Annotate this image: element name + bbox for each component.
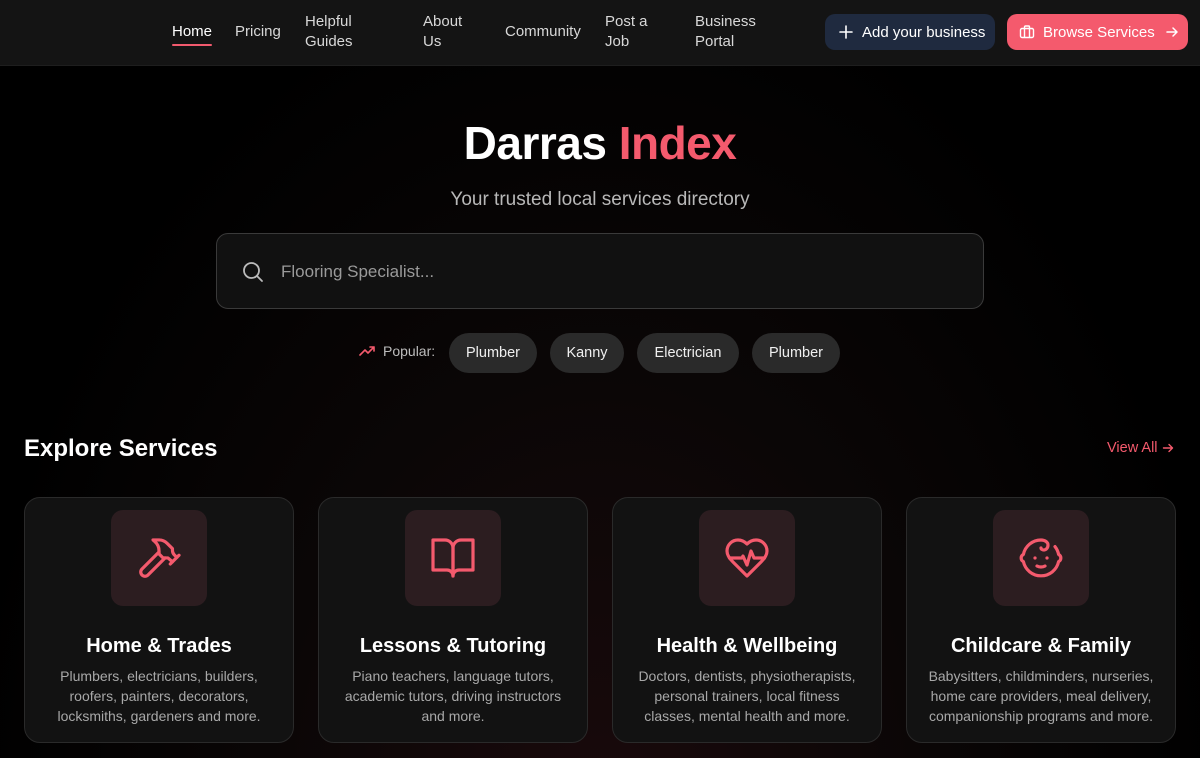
card-title: Health & Wellbeing — [656, 635, 838, 657]
nav-link-about-us[interactable]: About Us — [423, 12, 473, 52]
baby-icon — [1019, 538, 1063, 578]
card-icon-box — [993, 510, 1089, 606]
nav-link-pricing[interactable]: Pricing — [235, 22, 281, 42]
popular-label: Popular: — [359, 343, 435, 359]
view-all-label: View All — [1107, 440, 1158, 456]
card-description: Piano teachers, language tutors, academi… — [344, 668, 562, 724]
hero-title: Darras Index — [0, 115, 1200, 171]
popular-label-text: Popular: — [383, 343, 436, 359]
search-input[interactable] — [279, 256, 963, 288]
service-card-childcare-family[interactable]: Childcare & Family Babysitters, childmin… — [906, 497, 1176, 743]
card-icon-box — [699, 510, 795, 606]
nav-link-home[interactable]: Home — [172, 22, 213, 46]
search-box — [216, 233, 984, 309]
add-business-label: Add your business — [862, 23, 986, 41]
card-icon-box — [405, 510, 501, 606]
card-icon-box — [111, 510, 207, 606]
service-card-home-trades[interactable]: Home & Trades Plumbers, electricians, bu… — [24, 497, 294, 743]
card-description: Babysitters, childminders, nurseries, ho… — [928, 668, 1154, 724]
book-open-icon — [431, 538, 475, 578]
hero-title-accent: Index — [618, 117, 737, 169]
briefcase-icon — [1019, 25, 1035, 39]
add-business-button[interactable]: Add your business — [825, 14, 995, 50]
popular-chip-plumber-2[interactable]: Plumber — [752, 333, 840, 373]
popular-chip-kanny[interactable]: Kanny — [550, 333, 624, 373]
hero-title-main: Darras — [463, 117, 607, 169]
browse-services-label: Browse Services — [1043, 23, 1155, 41]
hammer-icon — [139, 538, 181, 578]
nav-link-community[interactable]: Community — [505, 22, 581, 42]
service-card-lessons-tutoring[interactable]: Lessons & Tutoring Piano teachers, langu… — [318, 497, 588, 743]
card-description: Doctors, dentists, physiotherapists, per… — [638, 668, 856, 724]
arrow-right-icon — [1162, 443, 1173, 453]
nav-link-business-portal[interactable]: Business Portal — [695, 12, 765, 52]
trending-up-icon — [359, 346, 375, 356]
card-title: Childcare & Family — [950, 635, 1132, 657]
arrow-right-icon — [1165, 27, 1178, 37]
plus-icon — [839, 25, 853, 39]
card-title: Home & Trades — [86, 635, 232, 657]
nav-link-post-a-job[interactable]: Post a Job — [605, 12, 660, 52]
heart-pulse-icon — [725, 538, 769, 578]
view-all-link[interactable]: View All — [1107, 440, 1174, 456]
popular-chip-electrician[interactable]: Electrician — [637, 333, 739, 373]
browse-services-button[interactable]: Browse Services — [1007, 14, 1188, 50]
popular-chip-plumber[interactable]: Plumber — [449, 333, 537, 373]
top-navbar: Home Pricing Helpful Guides About Us Com… — [0, 0, 1200, 66]
card-title: Lessons & Tutoring — [359, 635, 547, 657]
hero-subtitle: Your trusted local services directory — [450, 189, 750, 210]
search-icon — [243, 262, 263, 282]
explore-services-title: Explore Services — [24, 435, 218, 462]
card-description: Plumbers, electricians, builders, roofer… — [57, 668, 261, 724]
service-card-health-wellbeing[interactable]: Health & Wellbeing Doctors, dentists, ph… — [612, 497, 882, 743]
nav-link-helpful-guides[interactable]: Helpful Guides — [305, 12, 385, 52]
